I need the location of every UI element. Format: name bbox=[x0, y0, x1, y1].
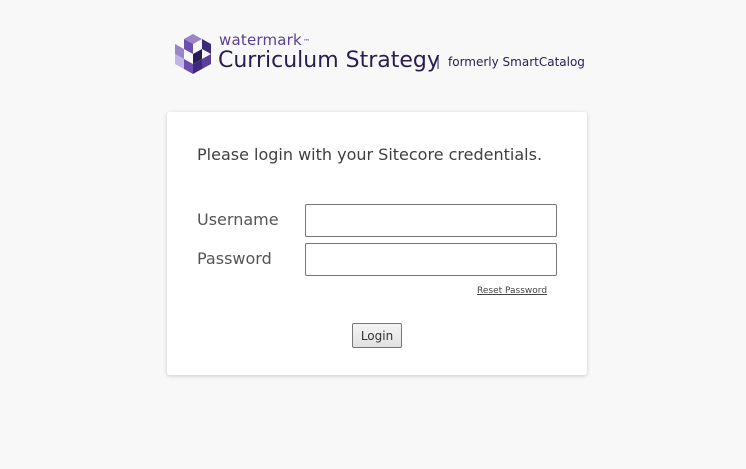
username-input[interactable] bbox=[305, 204, 557, 237]
brand-separator: | bbox=[436, 55, 441, 69]
login-heading: Please login with your Sitecore credenti… bbox=[197, 145, 543, 164]
brand-formerly-text: formerly SmartCatalog bbox=[448, 55, 585, 69]
watermark-logo-icon bbox=[175, 34, 211, 74]
password-label: Password bbox=[197, 249, 272, 268]
brand-header: watermark™ Curriculum Strategy | formerl… bbox=[175, 30, 595, 80]
password-input[interactable] bbox=[305, 243, 557, 276]
brand-product-name: Curriculum Strategy bbox=[218, 48, 440, 73]
login-button[interactable]: Login bbox=[352, 323, 402, 348]
login-card: Please login with your Sitecore credenti… bbox=[167, 112, 587, 375]
brand-trademark: ™ bbox=[302, 38, 311, 46]
reset-password-link[interactable]: Reset Password bbox=[477, 285, 547, 297]
username-label: Username bbox=[197, 210, 279, 229]
